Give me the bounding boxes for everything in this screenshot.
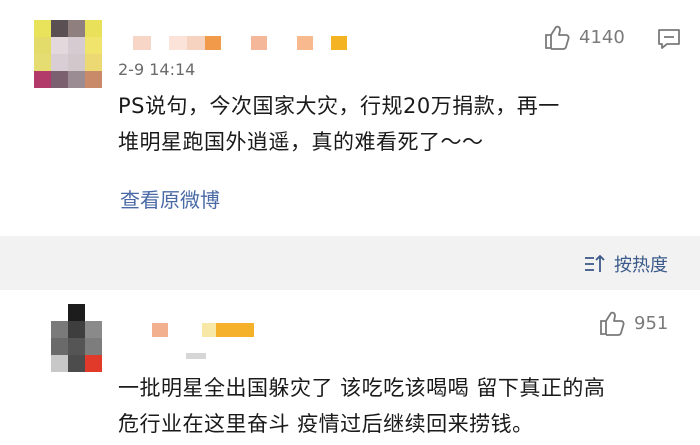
comment-text-line: 危行业在这里奋斗 疫情过后继续回来捞钱。 xyxy=(118,412,534,436)
view-original-link[interactable]: 查看原微博 xyxy=(120,184,220,213)
thumbs-up-icon xyxy=(600,311,625,336)
like-button[interactable]: 951 xyxy=(598,310,668,336)
username[interactable] xyxy=(133,35,347,51)
like-button[interactable]: 4140 xyxy=(543,24,625,50)
comment-text-line: PS说句，今次国家大灾，行规20万捐款，再一 xyxy=(118,94,560,118)
like-count: 951 xyxy=(634,312,669,334)
comment-text: PS说句，今次国家大灾，行规20万捐款，再一 堆明星跑国外逍遥，真的难看死了～～ xyxy=(118,88,688,160)
sort-by-hot-button[interactable]: 按热度 xyxy=(584,251,668,277)
comment-reply-icon[interactable] xyxy=(657,27,681,51)
user-badge xyxy=(186,353,206,359)
username[interactable] xyxy=(152,322,254,338)
sort-band: 按热度 xyxy=(0,236,700,290)
thumbs-up-icon xyxy=(545,25,570,50)
comment-card: 2-9 14:14 4140 PS说句，今次国家大灾，行规20万捐款，再一 堆明… xyxy=(0,0,700,236)
comment-time: 2-9 14:14 xyxy=(118,60,196,79)
comment-card: 951 一批明星全出国躲灾了 该吃吃该喝喝 留下真正的高 危行业在这里奋斗 疫情… xyxy=(0,290,700,445)
comment-text-line: 堆明星跑国外逍遥，真的难看死了～～ xyxy=(118,130,484,154)
sort-icon xyxy=(585,254,605,272)
comment-text: 一批明星全出国躲灾了 该吃吃该喝喝 留下真正的高 危行业在这里奋斗 疫情过后继续… xyxy=(118,370,693,442)
avatar[interactable] xyxy=(51,304,102,372)
comment-text-line: 一批明星全出国躲灾了 该吃吃该喝喝 留下真正的高 xyxy=(118,376,606,400)
sort-label: 按热度 xyxy=(614,255,668,276)
like-count: 4140 xyxy=(579,26,625,48)
avatar[interactable] xyxy=(34,20,102,88)
